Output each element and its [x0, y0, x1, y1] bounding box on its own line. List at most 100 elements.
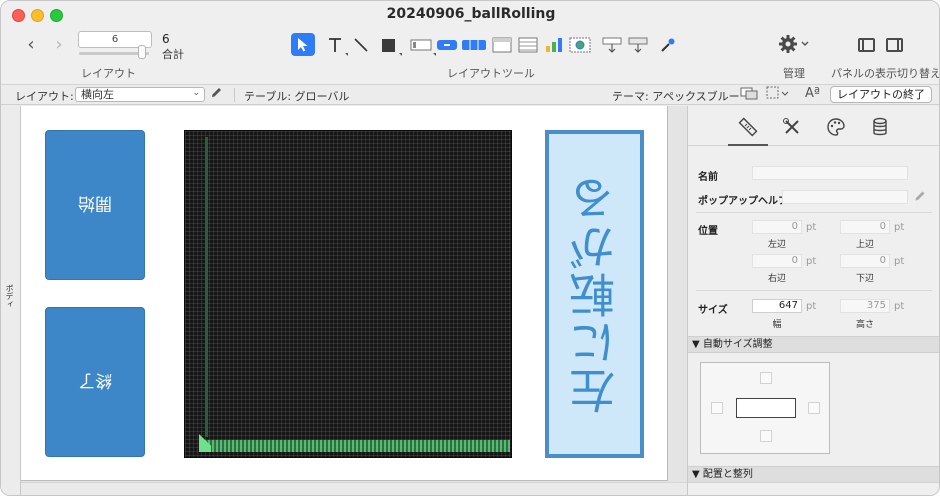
total-label: 合計	[162, 48, 184, 61]
chevron-down-icon: ⌄	[192, 88, 200, 98]
button-icon	[437, 40, 457, 50]
manage-caption: 管理	[783, 67, 805, 80]
layout-caption: レイアウト	[81, 67, 136, 80]
pencil-icon	[212, 88, 221, 97]
rotate-panel-text: 左に転がる	[567, 174, 622, 414]
gear-icon	[779, 35, 809, 53]
tab-data[interactable]	[870, 117, 890, 137]
chart-tool[interactable]	[543, 34, 565, 56]
layout-bar: レイアウト: 横向左 ⌄ テーブル: グローバル テーマ: アペックスブルー A…	[1, 85, 939, 105]
bottom-edge-field[interactable]: 0	[840, 254, 890, 268]
button-bar-tool[interactable]	[461, 34, 487, 56]
text-t-icon	[329, 38, 341, 52]
arrange-section-header[interactable]: ▼ 配置と整列	[688, 466, 939, 483]
edit-popup-help-button[interactable]	[914, 190, 926, 205]
select-tool[interactable]	[291, 33, 315, 56]
horizontal-scrollbar[interactable]	[21, 482, 687, 495]
anchor-top-lock-icon[interactable]	[760, 372, 772, 384]
popover-tool[interactable]	[491, 34, 513, 56]
left-edge-caption: 左辺	[767, 240, 786, 250]
table-label: テーブル: グローバル	[244, 90, 350, 103]
height-field[interactable]: 375	[840, 299, 890, 313]
layout-tools-caption: レイアウトツール	[447, 67, 535, 80]
width-field[interactable]: 647	[752, 299, 802, 313]
anchor-bottom-lock-icon[interactable]	[760, 430, 772, 442]
toggle-right-panel-button[interactable]	[886, 38, 903, 52]
right-edge-unit: pt	[806, 256, 817, 267]
inspector-panel: 名前 ポップアップヘルプ 位置 0 pt 左辺 0 pt 上辺 0 pt 右辺 …	[687, 106, 939, 495]
portal-tool[interactable]	[517, 34, 539, 56]
layout-bar-divider	[234, 88, 235, 102]
insert-part-icon	[628, 37, 648, 53]
theme-label: テーマ: アペックスブルー	[612, 90, 740, 103]
layout-select[interactable]: 横向左 ⌄	[75, 87, 205, 102]
anchor-right-lock-icon[interactable]	[808, 402, 820, 414]
top-edge-field[interactable]: 0	[840, 220, 890, 234]
height-unit: pt	[894, 301, 905, 312]
palette-icon	[827, 118, 845, 136]
manage-menu-button[interactable]	[778, 34, 810, 57]
end-button-label: 終了	[78, 369, 112, 390]
end-button[interactable]: 終了	[45, 307, 145, 457]
shape-tool-menu-indicator	[399, 53, 402, 56]
shape-tool[interactable]	[377, 34, 402, 56]
right-edge-field[interactable]: 0	[752, 254, 802, 268]
body-part-tab[interactable]: ボディ	[1, 106, 21, 495]
tab-position[interactable]	[728, 117, 768, 146]
tools-icon	[783, 118, 799, 134]
autosize-section-header[interactable]: ▼ 自動サイズ調整	[688, 336, 939, 353]
edit-layout-name-button[interactable]	[210, 86, 223, 102]
top-edge-unit: pt	[894, 222, 905, 233]
line-tool[interactable]	[351, 34, 371, 56]
panel-toggle-caption: パネルの表示切り替え	[831, 67, 940, 80]
autosize-object-box	[736, 398, 796, 418]
insert-part-tool[interactable]	[627, 34, 649, 56]
autosize-anchor-control	[700, 362, 830, 454]
chevron-down-icon	[801, 41, 809, 46]
format-painter-tool[interactable]	[657, 34, 679, 56]
name-field[interactable]	[752, 166, 908, 180]
exit-layout-button[interactable]: レイアウトの終了	[830, 86, 932, 103]
app-window: 20240906_ballRolling ‹ › 6 6 合計 レイアウト レイ…	[0, 0, 940, 496]
name-label: 名前	[698, 172, 718, 183]
rotate-text-panel[interactable]: 左に転がる	[545, 130, 644, 458]
popup-help-label: ポップアップヘルプ	[698, 196, 788, 207]
width-unit: pt	[806, 301, 817, 312]
total-count: 6	[162, 32, 170, 46]
tab-style[interactable]	[782, 117, 802, 137]
screen-stencil-button[interactable]	[740, 86, 758, 103]
layout-slider-thumb[interactable]	[138, 45, 146, 59]
web-viewer-grid	[185, 131, 511, 457]
body-part-label: ボディ	[5, 284, 14, 308]
inspector-divider	[696, 212, 932, 213]
anchor-left-lock-icon[interactable]	[711, 402, 723, 414]
toolbar: 20240906_ballRolling ‹ › 6 6 合計 レイアウト レイ…	[1, 1, 940, 85]
layout-select-value: 横向左	[81, 88, 114, 101]
bottom-edge-unit: pt	[894, 256, 905, 267]
web-viewer-globe-icon	[569, 37, 591, 53]
field-tool[interactable]	[409, 34, 436, 56]
ground-floor	[204, 440, 510, 452]
next-layout-button[interactable]: ›	[52, 35, 66, 55]
left-edge-field[interactable]: 0	[752, 220, 802, 234]
line-icon	[354, 38, 368, 52]
start-button[interactable]: 開始	[45, 130, 145, 280]
tab-appearance[interactable]	[826, 117, 846, 137]
left-panel-icon	[862, 40, 864, 50]
web-viewer-object[interactable]	[184, 130, 512, 458]
inspector-tabs	[688, 106, 939, 146]
web-viewer-tool[interactable]	[568, 34, 592, 56]
rectangle-shape-icon	[381, 38, 395, 52]
button-bar-icon	[462, 40, 486, 50]
toggle-left-panel-button[interactable]	[858, 38, 875, 52]
database-icon	[873, 117, 887, 136]
popup-help-field[interactable]	[782, 190, 908, 204]
font-size-icon[interactable]: Aª	[805, 86, 820, 101]
text-tool-menu-indicator	[345, 53, 348, 56]
guides-menu-button[interactable]	[766, 86, 790, 103]
button-tool[interactable]	[435, 34, 459, 56]
previous-layout-button[interactable]: ‹	[24, 35, 38, 55]
text-tool[interactable]	[325, 34, 348, 56]
position-label: 位置	[698, 226, 718, 237]
insert-field-tool[interactable]	[601, 34, 623, 56]
